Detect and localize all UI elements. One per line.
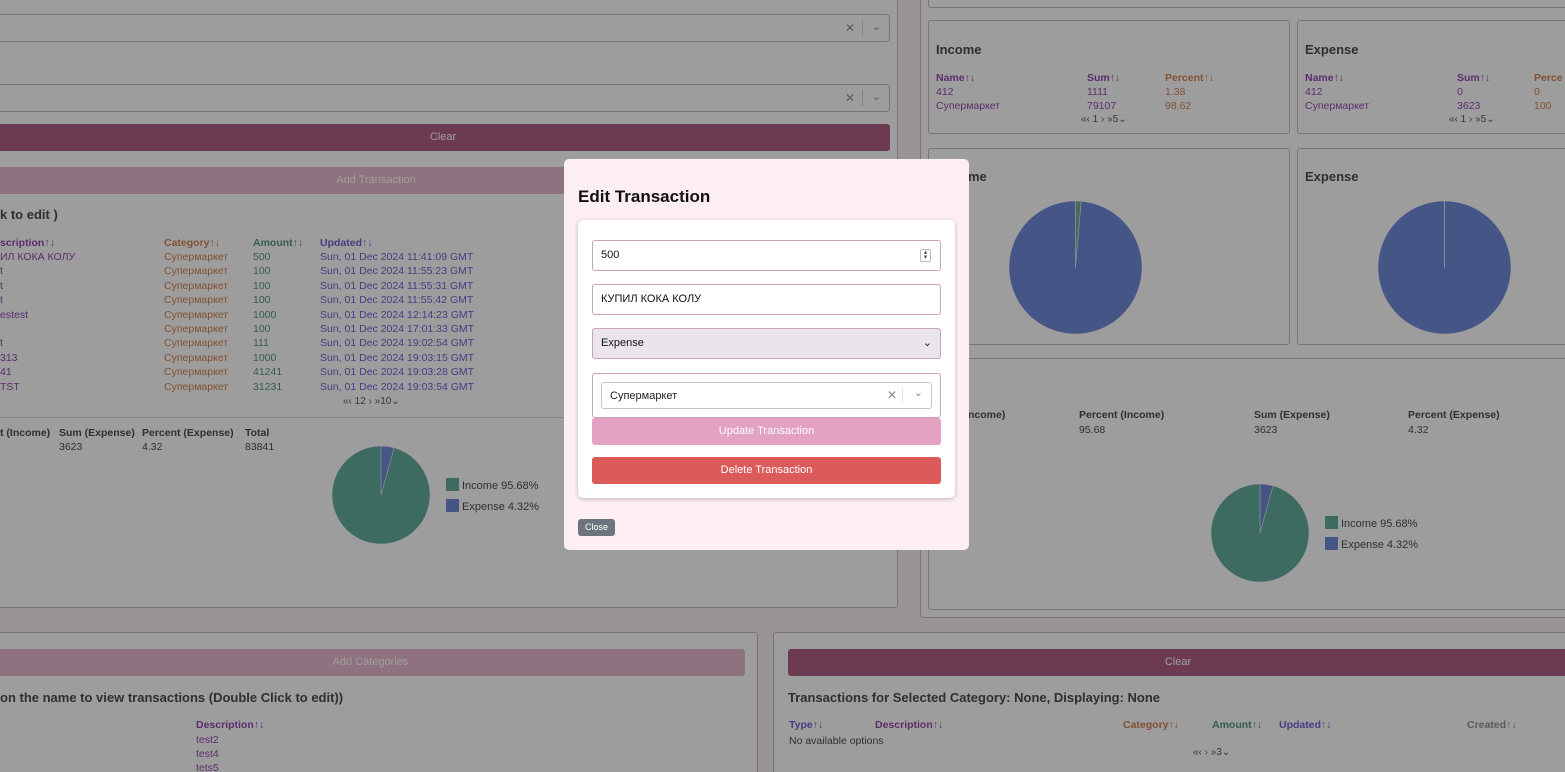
update-transaction-button[interactable]: Update Transaction [592, 418, 941, 445]
close-button[interactable]: Close [578, 519, 615, 536]
description-input[interactable]: КУПИЛ КОКА КОЛУ [592, 284, 941, 315]
clear-icon[interactable]: ✕ [887, 388, 897, 402]
type-select[interactable]: Expense ⌄ [592, 328, 941, 359]
category-select-wrapper: Супермаркет ✕ ⌄ [592, 373, 941, 418]
chevron-down-icon: ⌄ [922, 337, 932, 349]
modal-form: 500 ▴ ▾ КУПИЛ КОКА КОЛУ Expense ⌄ Суперма… [578, 220, 955, 498]
stepper-icon[interactable]: ▴ ▾ [920, 249, 931, 262]
edit-transaction-modal: Edit Transaction 500 ▴ ▾ КУПИЛ КОКА КОЛУ … [564, 159, 969, 550]
delete-transaction-button[interactable]: Delete Transaction [592, 457, 941, 484]
chevron-down-icon[interactable]: ⌄ [914, 386, 923, 399]
modal-title: Edit Transaction [578, 187, 711, 206]
category-select[interactable]: Супермаркет ✕ ⌄ [601, 382, 932, 409]
amount-input[interactable]: 500 ▴ ▾ [592, 240, 941, 271]
